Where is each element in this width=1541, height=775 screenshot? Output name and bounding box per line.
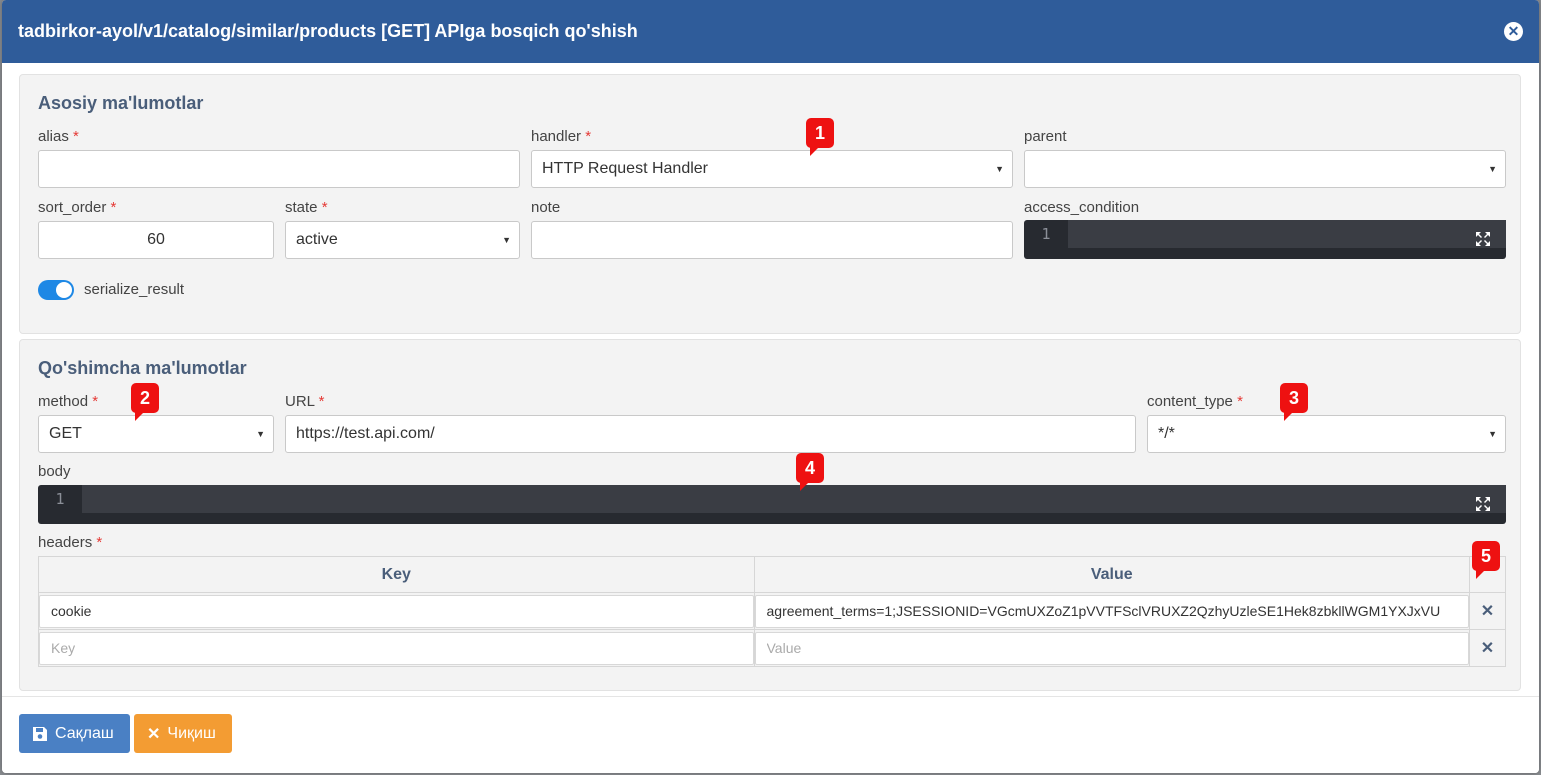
serialize-result-label: serialize_result	[84, 281, 185, 298]
url-label: URL *	[285, 393, 325, 410]
modal-title: tadbirkor-ayol/v1/catalog/similar/produc…	[18, 21, 638, 41]
alias-label: alias *	[38, 128, 79, 145]
method-value: GET	[49, 425, 82, 442]
chevron-down-icon: ▼	[1488, 164, 1497, 174]
save-button[interactable]: Сақлаш	[19, 714, 130, 753]
column-header-value: Value	[753, 556, 1470, 593]
floppy-disk-icon	[33, 726, 47, 741]
column-header-key: Key	[38, 556, 755, 593]
toggle-knob	[56, 282, 72, 298]
method-select[interactable]: GET ▼	[38, 415, 274, 453]
headers-label: headers *	[38, 534, 103, 551]
handler-value: HTTP Request Handler	[542, 160, 708, 177]
exit-label: Чиқиш	[167, 724, 216, 742]
access-condition-editor[interactable]: 1	[1024, 220, 1506, 259]
table-row: ✕	[38, 629, 1506, 667]
access-condition-label: access_condition	[1024, 199, 1140, 216]
annotation-badge-2: 2	[131, 383, 159, 421]
delete-row-icon[interactable]: ✕	[1469, 629, 1506, 667]
modal-header: tadbirkor-ayol/v1/catalog/similar/produc…	[2, 0, 1539, 63]
note-label: note	[531, 199, 561, 216]
annotation-badge-5: 5	[1472, 541, 1500, 579]
content-type-value: */*	[1158, 425, 1175, 442]
exit-button[interactable]: ✕ Чиқиш	[134, 714, 232, 753]
line-number: 1	[55, 490, 65, 508]
state-select[interactable]: active ▼	[285, 221, 520, 259]
code-line[interactable]	[82, 485, 1506, 513]
sort-order-input[interactable]	[38, 221, 274, 259]
table-header-row: Key Value	[38, 556, 1506, 593]
code-line[interactable]	[1068, 220, 1506, 248]
modal-dialog: tadbirkor-ayol/v1/catalog/similar/produc…	[2, 0, 1539, 773]
annotation-badge-3: 3	[1280, 383, 1308, 421]
handler-label: handler *	[531, 128, 592, 145]
expand-icon[interactable]	[1474, 495, 1492, 513]
main-info-panel: Asosiy ma'lumotlar alias * handler * HTT…	[19, 74, 1521, 334]
handler-select[interactable]: HTTP Request Handler ▼	[531, 150, 1013, 188]
parent-label: parent	[1024, 128, 1067, 145]
expand-icon[interactable]	[1474, 230, 1492, 248]
chevron-down-icon: ▼	[995, 164, 1004, 174]
line-number: 1	[1041, 225, 1051, 243]
content-type-select[interactable]: */* ▼	[1147, 415, 1506, 453]
close-icon[interactable]: ✕	[1504, 22, 1523, 41]
method-label: method *	[38, 393, 99, 410]
delete-row-icon[interactable]: ✕	[1469, 592, 1506, 630]
headers-table: Key Value ✕ ✕	[38, 556, 1506, 667]
header-value-input[interactable]	[754, 594, 1469, 628]
key-cell	[38, 592, 755, 630]
table-row: ✕	[38, 592, 1506, 630]
serialize-result-toggle[interactable]	[38, 280, 74, 300]
key-cell	[38, 629, 755, 667]
chevron-down-icon: ▼	[1488, 429, 1497, 439]
new-key-input[interactable]	[39, 631, 754, 665]
url-input[interactable]	[285, 415, 1136, 453]
state-value: active	[296, 231, 338, 248]
section-title-extra: Qo'shimcha ma'lumotlar	[38, 358, 247, 378]
parent-select[interactable]: ▼	[1024, 150, 1506, 188]
value-cell	[753, 592, 1470, 630]
new-value-input[interactable]	[754, 631, 1469, 665]
body-editor[interactable]: 1	[38, 485, 1506, 524]
content-type-label: content_type *	[1147, 393, 1243, 410]
value-cell	[753, 629, 1470, 667]
save-label: Сақлаш	[55, 724, 114, 742]
state-label: state *	[285, 199, 328, 216]
section-title-main: Asosiy ma'lumotlar	[38, 93, 204, 113]
sort-order-label: sort_order *	[38, 199, 117, 216]
header-key-input[interactable]	[39, 594, 754, 628]
body-label: body	[38, 463, 71, 480]
alias-input[interactable]	[38, 150, 520, 188]
chevron-down-icon: ▼	[502, 235, 511, 245]
close-icon: ✕	[147, 725, 161, 743]
annotation-badge-4: 4	[796, 453, 824, 491]
note-input[interactable]	[531, 221, 1013, 259]
modal-footer: Сақлаш ✕ Чиқиш	[2, 696, 1539, 773]
annotation-badge-1: 1	[806, 118, 834, 156]
chevron-down-icon: ▼	[256, 429, 265, 439]
